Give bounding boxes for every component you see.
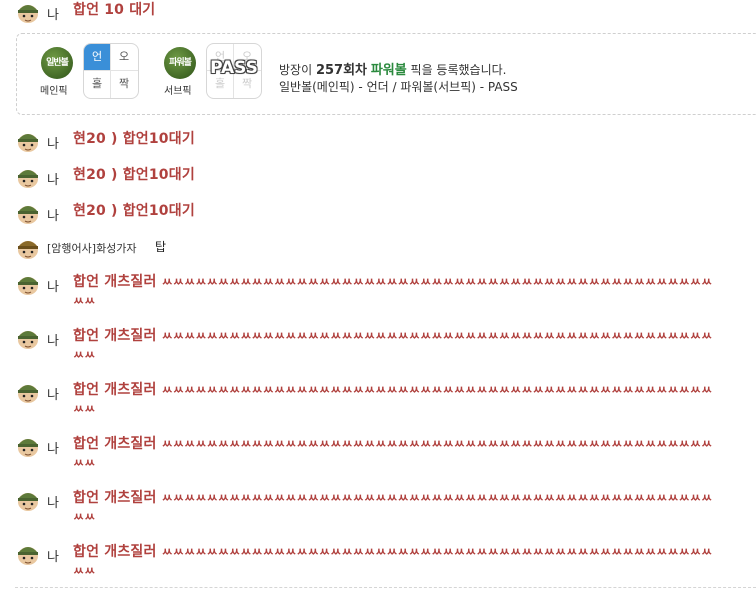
pick-announcement-box: 일반볼 메인픽 언 오 홀 짝 파워볼 서브픽 언 오 홀 짝 PASS 방장이…	[16, 33, 756, 115]
chat-text: 탑	[155, 240, 167, 254]
pick-announcement-text: 방장이 257회차 파워볼 픽을 등록했습니다.	[279, 59, 506, 78]
chat-text-laugh: ㅆㅆㅆㅆㅆㅆㅆㅆㅆㅆㅆㅆㅆㅆㅆㅆㅆㅆㅆㅆㅆㅆㅆㅆㅆㅆㅆㅆㅆㅆㅆㅆㅆㅆㅆㅆㅆㅆㅆㅆ…	[73, 545, 713, 578]
main-pick-cell-odd[interactable]: 홀	[84, 71, 110, 97]
main-pick-grid: 언 오 홀 짝	[83, 43, 139, 99]
chat-nickname[interactable]: 나	[47, 276, 59, 295]
chat-text: 현20 ) 합언10대기	[73, 203, 195, 219]
soldier-avatar-icon	[15, 326, 41, 350]
chat-text-main: 합언 개츠질러	[73, 490, 157, 506]
chat-text-main: 합언 개츠질러	[73, 544, 157, 560]
soldier-avatar-icon	[15, 434, 41, 458]
chat-text: 현20 ) 합언10대기	[73, 167, 195, 183]
chat-text: 합언 10 대기	[73, 2, 156, 18]
chat-text: 합언 개츠질러 ㅆㅆㅆㅆㅆㅆㅆㅆㅆㅆㅆㅆㅆㅆㅆㅆㅆㅆㅆㅆㅆㅆㅆㅆㅆㅆㅆㅆㅆㅆㅆㅆ…	[73, 543, 713, 581]
main-pick-caption: 메인픽	[40, 86, 68, 97]
soldier-avatar-icon	[15, 542, 41, 566]
pass-badge: PASS	[210, 58, 258, 78]
chat-text: 합언 개츠질러 ㅆㅆㅆㅆㅆㅆㅆㅆㅆㅆㅆㅆㅆㅆㅆㅆㅆㅆㅆㅆㅆㅆㅆㅆㅆㅆㅆㅆㅆㅆㅆㅆ…	[73, 381, 713, 419]
chat-text: 합언 개츠질러 ㅆㅆㅆㅆㅆㅆㅆㅆㅆㅆㅆㅆㅆㅆㅆㅆㅆㅆㅆㅆㅆㅆㅆㅆㅆㅆㅆㅆㅆㅆㅆㅆ…	[73, 327, 713, 365]
main-ball-label: 일반볼	[46, 58, 69, 68]
soldier-avatar-icon	[15, 380, 41, 404]
chat-text: 합언 개츠질러 ㅆㅆㅆㅆㅆㅆㅆㅆㅆㅆㅆㅆㅆㅆㅆㅆㅆㅆㅆㅆㅆㅆㅆㅆㅆㅆㅆㅆㅆㅆㅆㅆ…	[73, 435, 713, 473]
chat-nickname[interactable]: 나	[47, 384, 59, 403]
chat-nickname[interactable]: 나	[47, 133, 59, 152]
chat-nickname[interactable]: 나	[47, 492, 59, 511]
chat-text: 합언 개츠질러 ㅆㅆㅆㅆㅆㅆㅆㅆㅆㅆㅆㅆㅆㅆㅆㅆㅆㅆㅆㅆㅆㅆㅆㅆㅆㅆㅆㅆㅆㅆㅆㅆ…	[73, 489, 713, 527]
sub-ball-label: 파워볼	[169, 58, 192, 68]
chat-text: 현20 ) 합언10대기	[73, 131, 195, 147]
sub-pick-grid: 언 오 홀 짝 PASS	[206, 43, 262, 99]
announcement-round: 257회차	[315, 63, 367, 78]
sub-pick-caption: 서브픽	[164, 86, 192, 97]
chat-text-laugh: ㅆㅆㅆㅆㅆㅆㅆㅆㅆㅆㅆㅆㅆㅆㅆㅆㅆㅆㅆㅆㅆㅆㅆㅆㅆㅆㅆㅆㅆㅆㅆㅆㅆㅆㅆㅆㅆㅆㅆㅆ…	[73, 275, 713, 308]
chat-text-main: 합언 개츠질러	[73, 436, 157, 452]
pick-detail-text: 일반볼(메인픽) - 언더 / 파워볼(서브픽) - PASS	[279, 80, 518, 94]
chat-nickname[interactable]: 나	[47, 169, 59, 188]
chat-text-laugh: ㅆㅆㅆㅆㅆㅆㅆㅆㅆㅆㅆㅆㅆㅆㅆㅆㅆㅆㅆㅆㅆㅆㅆㅆㅆㅆㅆㅆㅆㅆㅆㅆㅆㅆㅆㅆㅆㅆㅆㅆ…	[73, 491, 713, 524]
chat-nickname[interactable]: 나	[47, 546, 59, 565]
main-pick-cell-under[interactable]: 언	[84, 44, 110, 70]
sub-ball-icon: 파워볼	[164, 47, 196, 79]
soldier-avatar-icon	[15, 165, 41, 189]
chat-text-main: 합언 개츠질러	[73, 328, 157, 344]
soldier-avatar-icon	[15, 236, 41, 260]
chat-nickname[interactable]: 나	[47, 205, 59, 224]
soldier-avatar-icon	[15, 201, 41, 225]
chat-nickname[interactable]: 나	[47, 330, 59, 349]
chat-text-main: 합언 개츠질러	[73, 382, 157, 398]
soldier-avatar-icon	[15, 488, 41, 512]
main-pick-cell-even[interactable]: 짝	[111, 71, 137, 97]
chat-text: 합언 개츠질러 ㅆㅆㅆㅆㅆㅆㅆㅆㅆㅆㅆㅆㅆㅆㅆㅆㅆㅆㅆㅆㅆㅆㅆㅆㅆㅆㅆㅆㅆㅆㅆㅆ…	[73, 273, 713, 311]
announcement-suffix: 픽을 등록했습니다.	[406, 63, 507, 77]
soldier-avatar-icon	[15, 129, 41, 153]
chat-nickname[interactable]: 나	[47, 438, 59, 457]
chat-nickname[interactable]: [암행어사]화성가자	[47, 240, 137, 256]
main-pick-cell-over[interactable]: 오	[111, 44, 137, 70]
chat-nickname[interactable]: 나	[47, 4, 59, 23]
main-ball-icon: 일반볼	[41, 47, 73, 79]
chat-text-laugh: ㅆㅆㅆㅆㅆㅆㅆㅆㅆㅆㅆㅆㅆㅆㅆㅆㅆㅆㅆㅆㅆㅆㅆㅆㅆㅆㅆㅆㅆㅆㅆㅆㅆㅆㅆㅆㅆㅆㅆㅆ…	[73, 383, 713, 416]
bottom-divider	[15, 587, 756, 588]
announcement-power: 파워볼	[370, 63, 407, 78]
chat-text-laugh: ㅆㅆㅆㅆㅆㅆㅆㅆㅆㅆㅆㅆㅆㅆㅆㅆㅆㅆㅆㅆㅆㅆㅆㅆㅆㅆㅆㅆㅆㅆㅆㅆㅆㅆㅆㅆㅆㅆㅆㅆ…	[73, 437, 713, 470]
chat-text-laugh: ㅆㅆㅆㅆㅆㅆㅆㅆㅆㅆㅆㅆㅆㅆㅆㅆㅆㅆㅆㅆㅆㅆㅆㅆㅆㅆㅆㅆㅆㅆㅆㅆㅆㅆㅆㅆㅆㅆㅆㅆ…	[73, 329, 713, 362]
chat-text-main: 합언 개츠질러	[73, 274, 157, 290]
announcement-prefix: 방장이	[279, 63, 316, 77]
soldier-avatar-icon	[15, 272, 41, 296]
soldier-avatar-icon	[15, 0, 41, 24]
